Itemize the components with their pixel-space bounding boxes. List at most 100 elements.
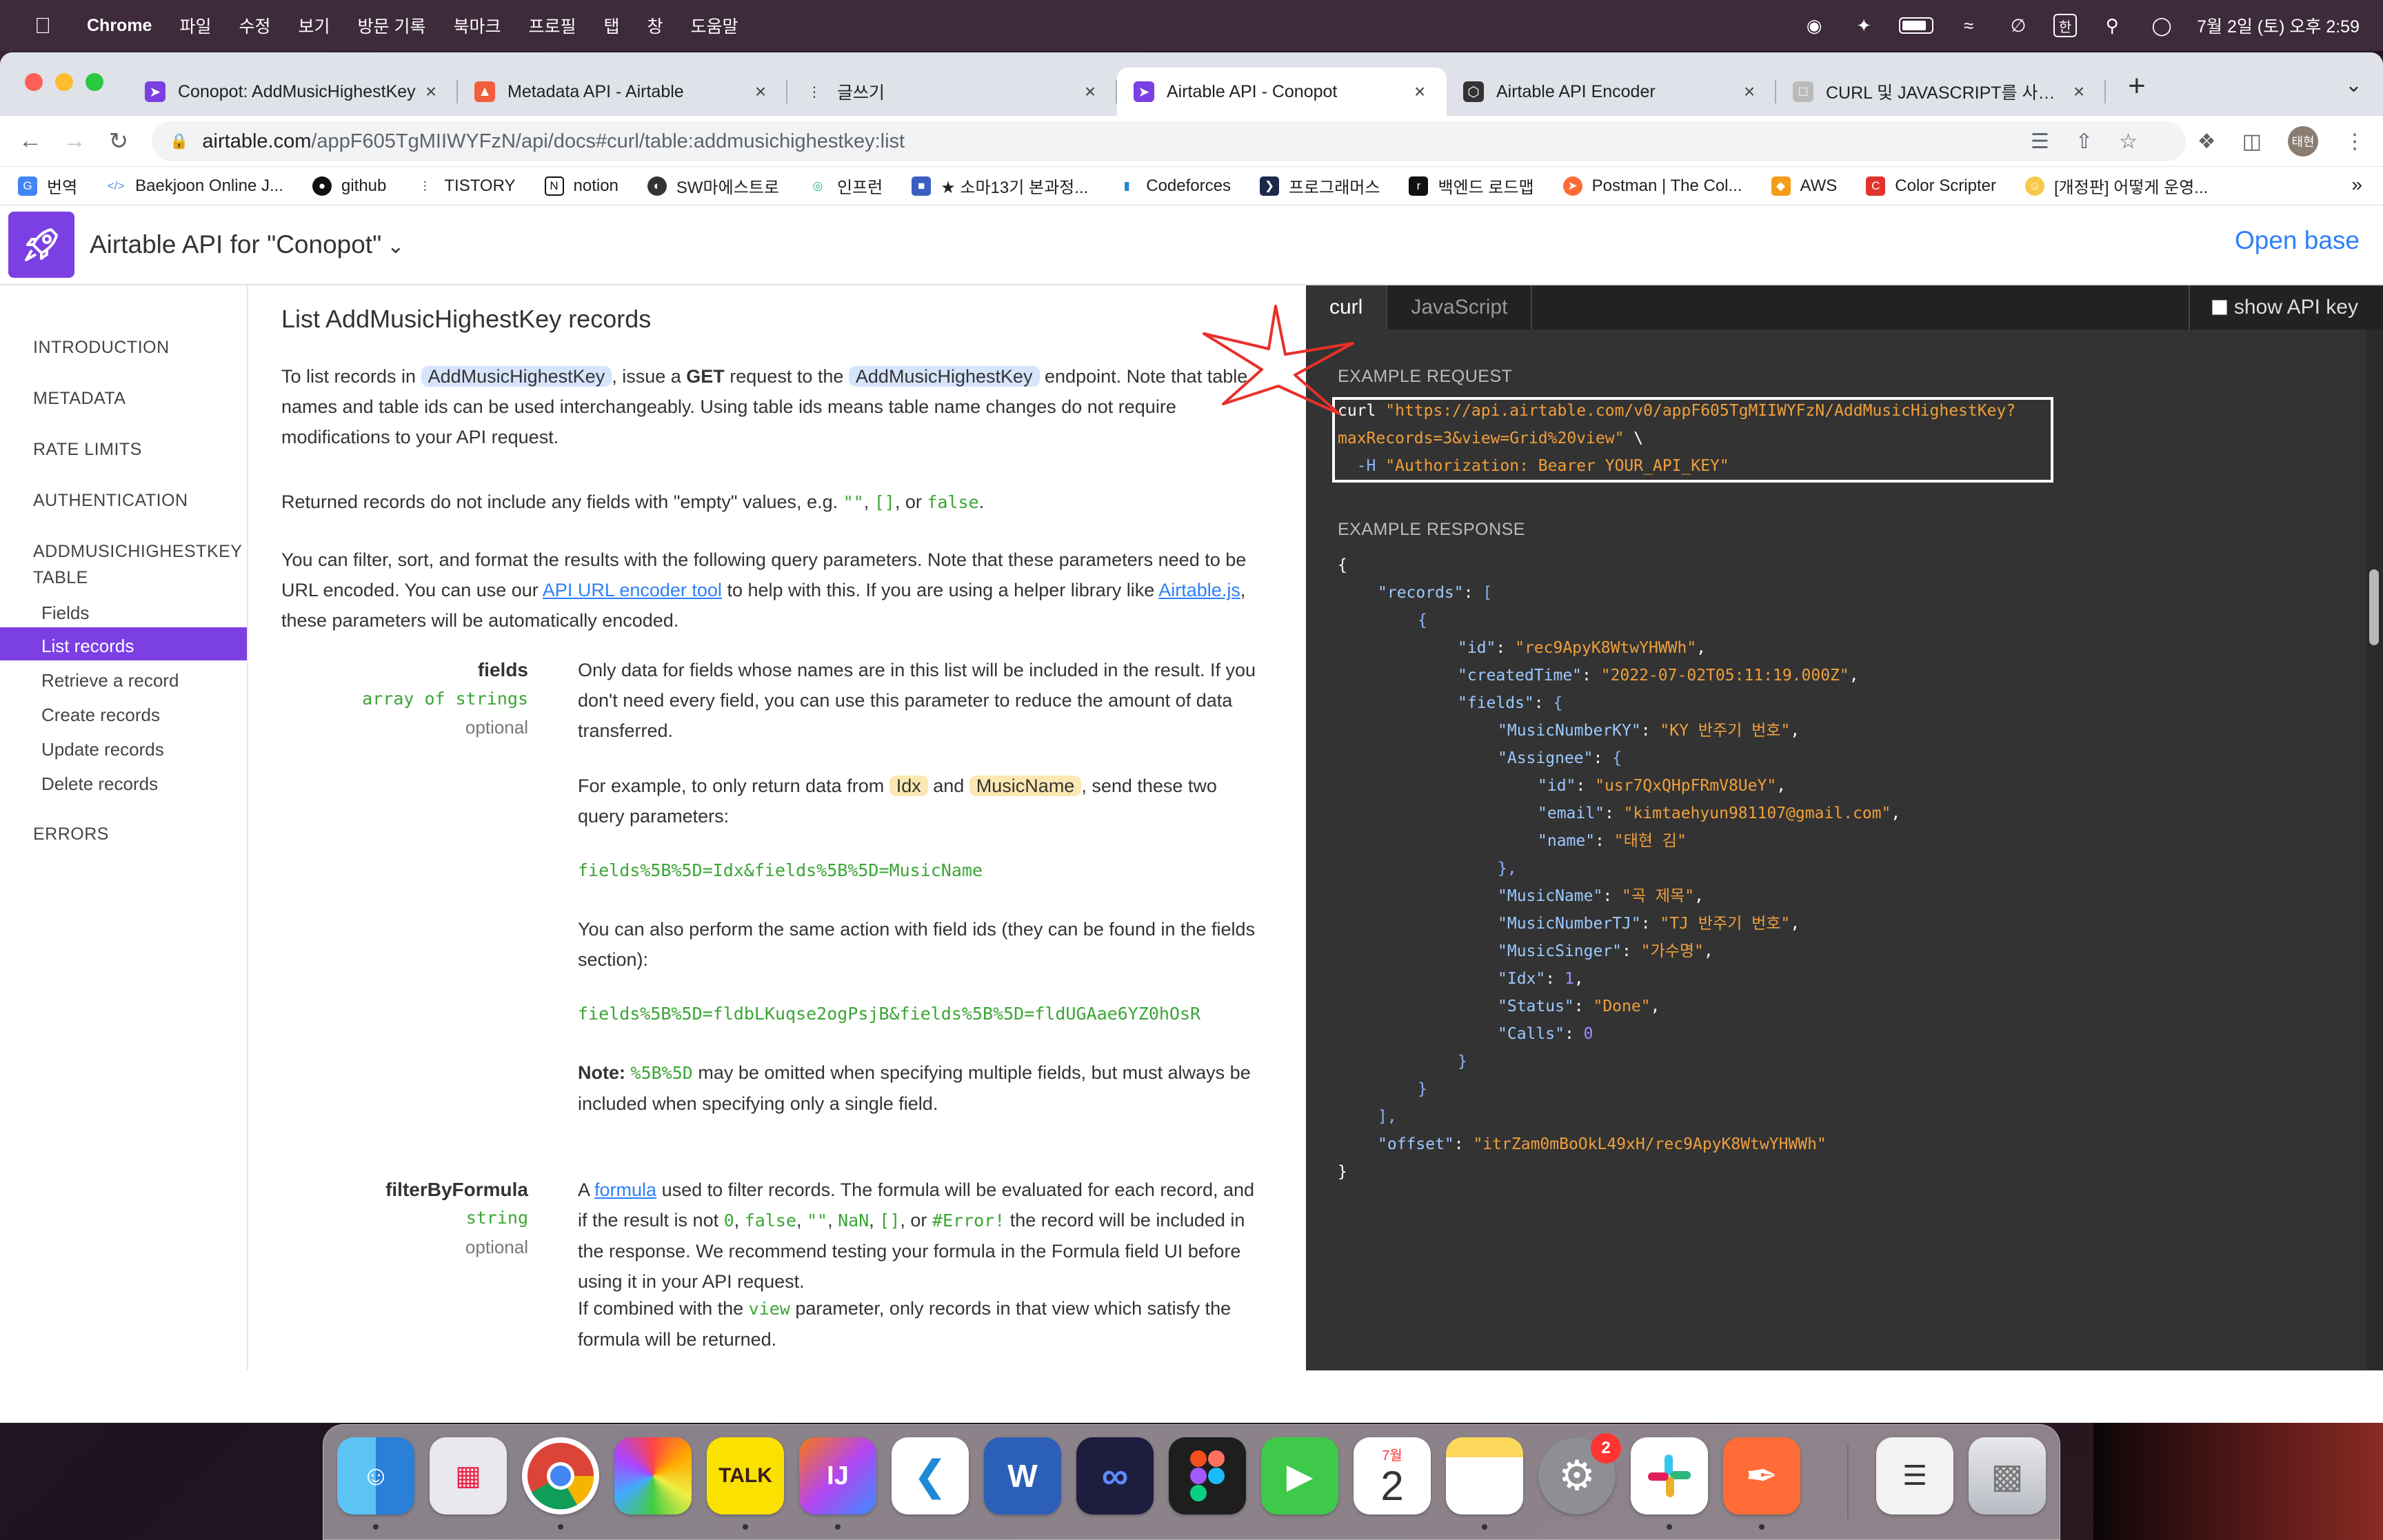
close-icon[interactable]: ×: [1080, 81, 1100, 103]
runcat-icon[interactable]: ✦: [1849, 13, 1878, 38]
bookmark-revised[interactable]: ☺ [개정판] 어떻게 운영...: [2025, 174, 2208, 198]
screen-record-icon[interactable]: ◉: [1800, 13, 1829, 38]
forward-arrow-icon[interactable]: →: [61, 128, 88, 154]
menu-history[interactable]: 방문 기록: [358, 13, 426, 38]
new-tab-button[interactable]: +: [2128, 69, 2146, 103]
bookmark-backend-roadmap[interactable]: r 백엔드 로드맵: [1409, 174, 1534, 198]
bookmark-soma13[interactable]: ■ ★ 소마13기 본과정...: [912, 174, 1088, 198]
api-url-encoder-link[interactable]: API URL encoder tool: [543, 580, 722, 600]
battery-icon[interactable]: [1899, 17, 1934, 34]
airtable-js-link[interactable]: Airtable.js: [1158, 580, 1240, 600]
sidebar-item-update-records[interactable]: Update records: [41, 739, 164, 760]
bookmark-programmers[interactable]: ❯ 프로그래머스: [1259, 174, 1380, 198]
menu-edit[interactable]: 수정: [239, 13, 270, 38]
close-icon[interactable]: ×: [2069, 81, 2089, 103]
extensions-puzzle-icon[interactable]: ❖: [2198, 130, 2216, 154]
menu-file[interactable]: 파일: [179, 13, 211, 38]
calendar-icon[interactable]: 7월 2: [1354, 1437, 1431, 1514]
menu-app-chrome[interactable]: Chrome: [87, 16, 152, 36]
webex-icon[interactable]: ∞: [1076, 1437, 1154, 1514]
input-source-icon[interactable]: 한: [2053, 14, 2078, 37]
show-api-key-toggle[interactable]: show API key: [2188, 285, 2358, 330]
close-icon[interactable]: ×: [750, 81, 771, 103]
bookmark-color-scripter[interactable]: C Color Scripter: [1866, 176, 1996, 196]
sidebar-item-fields[interactable]: Fields: [41, 602, 89, 624]
bookmark-baekjoon[interactable]: </> Baekjoon Online J...: [106, 176, 283, 196]
formula-link[interactable]: formula: [594, 1179, 656, 1200]
back-arrow-icon[interactable]: ←: [17, 128, 44, 154]
sidebar-item-retrieve-record[interactable]: Retrieve a record: [41, 670, 179, 691]
reload-icon[interactable]: ↻: [105, 128, 132, 155]
finder-icon[interactable]: ☺: [337, 1437, 414, 1514]
bookmark-star-icon[interactable]: ☆: [2119, 130, 2138, 154]
bookmark-swmaestro[interactable]: ◐ SW마에스트로: [647, 174, 779, 198]
menu-help[interactable]: 도움말: [691, 13, 738, 38]
minimize-window-button[interactable]: [55, 73, 73, 91]
sidebar-item-errors[interactable]: ERRORS: [33, 824, 109, 844]
sidebar-item-table-suffix[interactable]: TABLE: [33, 568, 88, 588]
bluetooth-off-icon[interactable]: ∅: [2004, 13, 2033, 38]
menu-bookmarks[interactable]: 북마크: [453, 13, 501, 38]
open-base-link[interactable]: Open base: [2235, 226, 2360, 255]
wifi-icon[interactable]: ≈: [1954, 13, 1983, 38]
photos-icon[interactable]: [614, 1437, 692, 1514]
sidebar-item-authentication[interactable]: AUTHENTICATION: [33, 491, 188, 511]
slack-icon[interactable]: [1631, 1437, 1708, 1514]
bookmark-github[interactable]: ● github: [312, 176, 386, 196]
zoom-window-button[interactable]: [86, 73, 103, 91]
bookmark-tistory[interactable]: ⋮ TISTORY: [415, 176, 516, 196]
sidebar-item-delete-records[interactable]: Delete records: [41, 773, 158, 795]
menu-window[interactable]: 창: [647, 13, 663, 38]
tab-curl-javascript[interactable]: □ CURL 및 JAVASCRIPT를 사용한 A ×: [1776, 68, 2106, 116]
airtable-rocket-logo-icon[interactable]: [8, 212, 74, 278]
menu-profile[interactable]: 프로필: [528, 13, 576, 38]
system-settings-gear-icon[interactable]: ⚙ 2: [1538, 1433, 1621, 1514]
code-panel-scroll-track[interactable]: [2366, 330, 2383, 1370]
base-title[interactable]: Airtable API for "Conopot" ⌄: [90, 230, 404, 259]
postman-icon[interactable]: ✒: [1723, 1437, 1800, 1514]
sidebar-item-metadata[interactable]: METADATA: [33, 389, 126, 409]
bookmarks-overflow-button[interactable]: »: [2351, 174, 2362, 196]
tab-airtable-encoder[interactable]: ⬡ Airtable API Encoder ×: [1447, 68, 1776, 116]
notes-icon[interactable]: [1446, 1437, 1523, 1514]
menu-tab[interactable]: 탭: [604, 13, 620, 38]
bookmark-codeforces[interactable]: ▮ Codeforces: [1117, 176, 1231, 196]
intellij-icon[interactable]: IJ: [799, 1437, 876, 1514]
show-api-key-checkbox[interactable]: [2211, 300, 2227, 315]
bookmark-inflearn[interactable]: ◎ 인프런: [808, 174, 883, 198]
chrome-window-preview-icon[interactable]: ☰: [1876, 1437, 1953, 1514]
close-icon[interactable]: ×: [1739, 81, 1760, 103]
profile-avatar[interactable]: 태현: [2288, 126, 2318, 156]
menu-view[interactable]: 보기: [299, 13, 330, 38]
chrome-icon[interactable]: [522, 1437, 599, 1514]
sidebar-item-introduction[interactable]: INTRODUCTION: [33, 338, 170, 358]
side-panel-icon[interactable]: ◫: [2242, 130, 2262, 154]
control-center-icon[interactable]: ◯: [2147, 13, 2176, 38]
code-panel-scrollbar[interactable]: [2369, 569, 2379, 645]
chevron-down-icon[interactable]: ⌄: [387, 234, 404, 259]
bookmark-postman[interactable]: ➤ Postman | The Col...: [1562, 176, 1742, 196]
launchpad-icon[interactable]: ▦: [430, 1437, 507, 1514]
tab-conopot-addmusic[interactable]: ➤ Conopot: AddMusicHighestKey ×: [128, 68, 458, 116]
close-icon[interactable]: ×: [1409, 81, 1430, 103]
lock-icon[interactable]: 🔒: [170, 132, 188, 150]
sidebar-item-rate-limits[interactable]: RATE LIMITS: [33, 440, 142, 460]
close-icon[interactable]: ×: [421, 81, 441, 103]
spotlight-search-icon[interactable]: ⚲: [2098, 13, 2126, 38]
menubar-clock[interactable]: 7월 2일 (토) 오후 2:59: [2197, 13, 2360, 38]
figma-icon[interactable]: [1169, 1437, 1246, 1514]
tab-write[interactable]: ⋮ 글쓰기 ×: [787, 68, 1117, 116]
kakaotalk-icon[interactable]: TALK: [707, 1437, 784, 1514]
more-menu-icon[interactable]: ⋮: [2344, 130, 2365, 154]
word-icon[interactable]: W: [984, 1437, 1061, 1514]
sidebar-item-create-records[interactable]: Create records: [41, 705, 160, 726]
tab-search-chevron-icon[interactable]: ⌄: [2345, 73, 2362, 97]
vscode-icon[interactable]: ❮: [892, 1437, 969, 1514]
close-window-button[interactable]: [25, 73, 43, 91]
bookmark-notion[interactable]: Nnotion: [544, 176, 619, 196]
tab-metadata-api[interactable]: ▲ Metadata API - Airtable ×: [458, 68, 787, 116]
tab-javascript[interactable]: JavaScript: [1387, 285, 1533, 330]
sidebar-item-table[interactable]: ADDMUSICHIGHESTKEY: [33, 542, 242, 562]
share-icon[interactable]: ⇧: [2075, 130, 2093, 154]
tab-airtable-api-conopot[interactable]: ➤ Airtable API - Conopot ×: [1117, 68, 1447, 116]
